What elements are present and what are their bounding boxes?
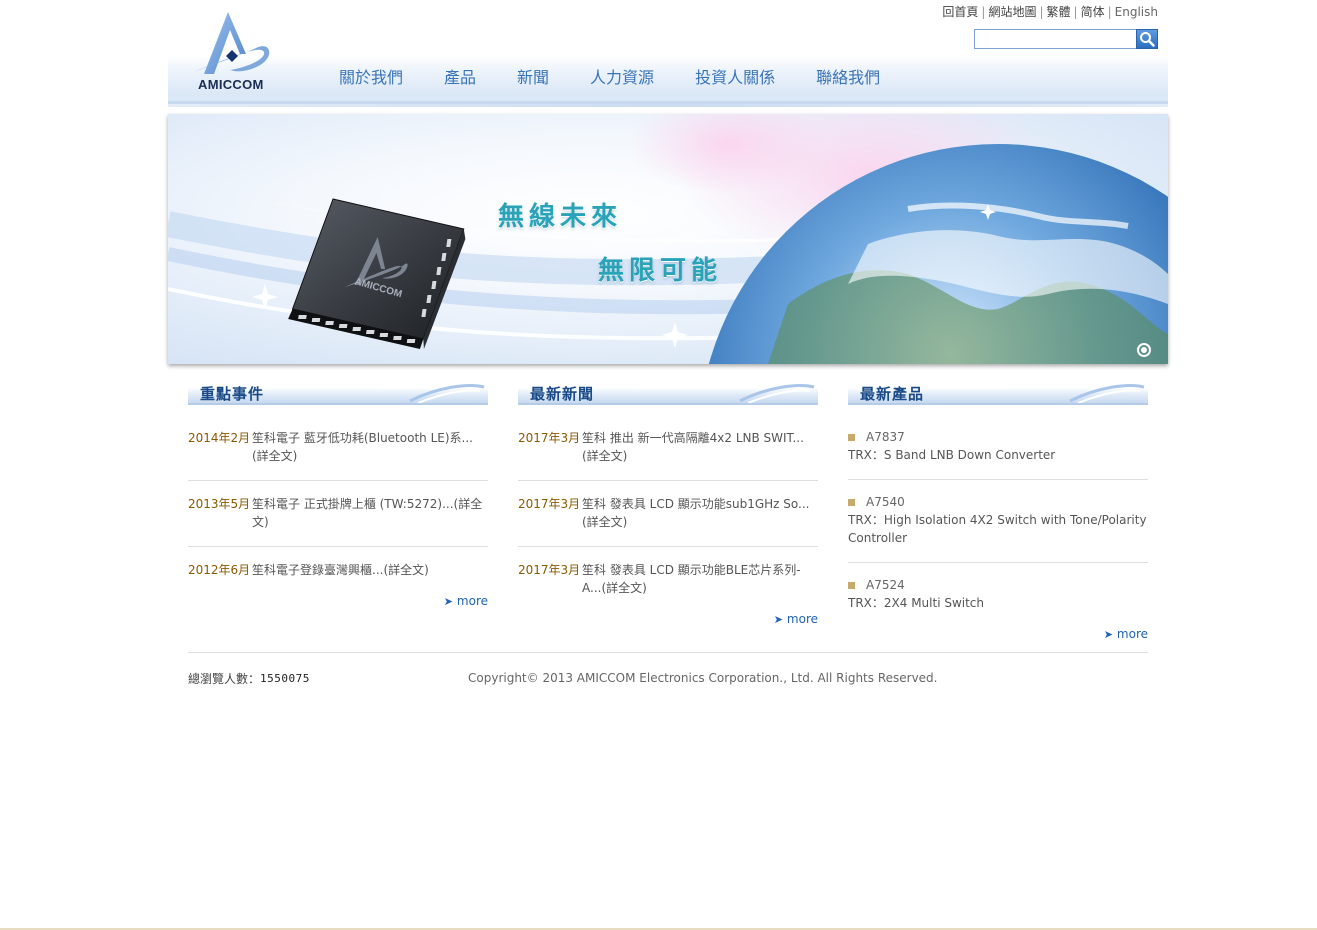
sitemap-link[interactable]: 網站地圖 [988, 3, 1036, 20]
counter-value: 1550075 [260, 672, 310, 685]
list-item: 2017年3月 笙科 推出 新一代高隔離4x2 LNB SWIT...(詳全文) [518, 415, 818, 481]
section-header: 最新新聞 [518, 381, 818, 405]
section-header: 重點事件 [188, 381, 488, 405]
more-label: more [786, 612, 818, 626]
products-title: 最新產品 [860, 385, 925, 403]
arrow-right-icon: ➤ [773, 612, 783, 626]
home-link[interactable]: 回首頁 [942, 3, 978, 20]
list-item: 2013年5月 笙科電子 正式掛牌上櫃 (TW:5272)...(詳全文) [188, 481, 488, 547]
swoosh-icon [1069, 384, 1145, 403]
section-header: 最新產品 [848, 381, 1148, 405]
news-section: 最新新聞 2017年3月 笙科 推出 新一代高隔離4x2 LNB SWIT...… [518, 381, 818, 626]
entry-link[interactable]: 笙科電子登錄臺灣興櫃...(詳全文) [252, 561, 488, 579]
banner-artwork: AMICCOM [168, 114, 1168, 364]
header: AMICCOM 回首頁 | 網站地圖 | 繁體 | 简体 | English 關… [168, 0, 1168, 107]
product-description[interactable]: TRX：S Band LNB Down Converter [848, 446, 1148, 464]
product-description[interactable]: TRX：2X4 Multi Switch [848, 594, 1148, 612]
banner-slogan-line1: 無線未來 [498, 202, 623, 232]
product-item: A7524 TRX：2X4 Multi Switch [848, 563, 1148, 627]
separator: | [1107, 4, 1112, 19]
square-bullet-icon [848, 498, 855, 506]
entry-date: 2017年3月 [518, 431, 581, 445]
square-bullet-icon [848, 581, 855, 589]
search-button[interactable] [1136, 29, 1158, 49]
entry-date: 2017年3月 [518, 497, 581, 511]
entry-link[interactable]: 笙科電子 藍牙低功耗(Bluetooth LE)系...(詳全文) [252, 429, 488, 465]
search-box [974, 29, 1158, 49]
product-name: A7837 [866, 430, 905, 444]
nav-item-contact[interactable]: 聯絡我們 [816, 64, 880, 88]
arrow-right-icon: ➤ [443, 594, 453, 608]
product-item: A7837 TRX：S Band LNB Down Converter [848, 415, 1148, 480]
events-title: 重點事件 [200, 385, 265, 403]
entry-date: 2013年5月 [188, 497, 251, 511]
banner-slogan-line2: 無限可能 [598, 256, 723, 286]
product-name: A7524 [866, 578, 905, 592]
hero-banner[interactable]: AMICCOM 無線未來 無限可能 [168, 114, 1168, 364]
page: AMICCOM 回首頁 | 網站地圖 | 繁體 | 简体 | English 關… [0, 0, 1317, 930]
list-item: 2014年2月 笙科電子 藍牙低功耗(Bluetooth LE)系...(詳全文… [188, 415, 488, 481]
search-icon [1140, 32, 1155, 47]
footer-divider [188, 652, 1148, 653]
entry-link[interactable]: 笙科 推出 新一代高隔離4x2 LNB SWIT...(詳全文) [582, 429, 818, 465]
nav-item-news[interactable]: 新聞 [517, 64, 549, 88]
news-title: 最新新聞 [530, 385, 595, 403]
product-name: A7540 [866, 495, 905, 509]
more-label: more [1116, 627, 1148, 641]
entry-date: 2012年6月 [188, 563, 251, 577]
entry-date: 2017年3月 [518, 563, 581, 577]
product-item: A7540 TRX：High Isolation 4X2 Switch with… [848, 480, 1148, 563]
product-description[interactable]: TRX：High Isolation 4X2 Switch with Tone/… [848, 511, 1148, 547]
entry-link[interactable]: 笙科 發表具 LCD 顯示功能BLE芯片系列-A...(詳全文) [582, 561, 818, 597]
slide-indicator-dot[interactable] [1137, 343, 1151, 357]
counter-label: 總瀏覽人數： [188, 672, 261, 686]
list-item: 2017年3月 笙科 發表具 LCD 顯示功能sub1GHz So...(詳全文… [518, 481, 818, 547]
nav-item-products[interactable]: 產品 [444, 64, 476, 88]
events-more-link[interactable]: ➤ more [188, 594, 488, 608]
separator: | [1073, 4, 1078, 19]
entry-link[interactable]: 笙科 發表具 LCD 顯示功能sub1GHz So...(詳全文) [582, 495, 818, 531]
search-input[interactable] [974, 29, 1136, 49]
visitor-counter: 總瀏覽人數： 1550075 [188, 670, 310, 687]
copyright-text: Copyright© 2013 AMICCOM Electronics Corp… [468, 671, 938, 685]
english-link[interactable]: English [1115, 5, 1158, 19]
product-name-link[interactable]: A7540 [848, 493, 1148, 511]
news-more-link[interactable]: ➤ more [518, 612, 818, 626]
amiccom-logo[interactable]: AMICCOM [184, 8, 284, 94]
arrow-right-icon: ➤ [1103, 627, 1113, 641]
traditional-chinese-link[interactable]: 繁體 [1047, 3, 1071, 20]
products-more-link[interactable]: ➤ more [848, 627, 1148, 641]
nav-item-investor[interactable]: 投資人關係 [695, 64, 775, 88]
simplified-chinese-link[interactable]: 简体 [1081, 3, 1105, 20]
logo-mark-icon [188, 12, 270, 74]
events-section: 重點事件 2014年2月 笙科電子 藍牙低功耗(Bluetooth LE)系..… [188, 381, 488, 608]
logo-text: AMICCOM [198, 77, 264, 92]
product-name-link[interactable]: A7524 [848, 576, 1148, 594]
separator: | [981, 4, 986, 19]
nav-item-about[interactable]: 關於我們 [339, 64, 403, 88]
swoosh-icon [409, 384, 485, 403]
nav-item-hr[interactable]: 人力資源 [590, 64, 654, 88]
separator: | [1039, 4, 1044, 19]
entry-link[interactable]: 笙科電子 正式掛牌上櫃 (TW:5272)...(詳全文) [252, 495, 488, 531]
main-nav: 關於我們 產品 新聞 人力資源 投資人關係 聯絡我們 [318, 64, 880, 88]
products-section: 最新產品 A7837 TRX：S Band LNB Down Converter… [848, 381, 1148, 641]
swoosh-icon [739, 384, 815, 403]
more-label: more [456, 594, 488, 608]
square-bullet-icon [848, 433, 855, 441]
top-links: 回首頁 | 網站地圖 | 繁體 | 简体 | English [942, 3, 1158, 20]
list-item: 2017年3月 笙科 發表具 LCD 顯示功能BLE芯片系列-A...(詳全文) [518, 547, 818, 612]
list-item: 2012年6月 笙科電子登錄臺灣興櫃...(詳全文) [188, 547, 488, 594]
entry-date: 2014年2月 [188, 431, 251, 445]
product-name-link[interactable]: A7837 [848, 428, 1148, 446]
